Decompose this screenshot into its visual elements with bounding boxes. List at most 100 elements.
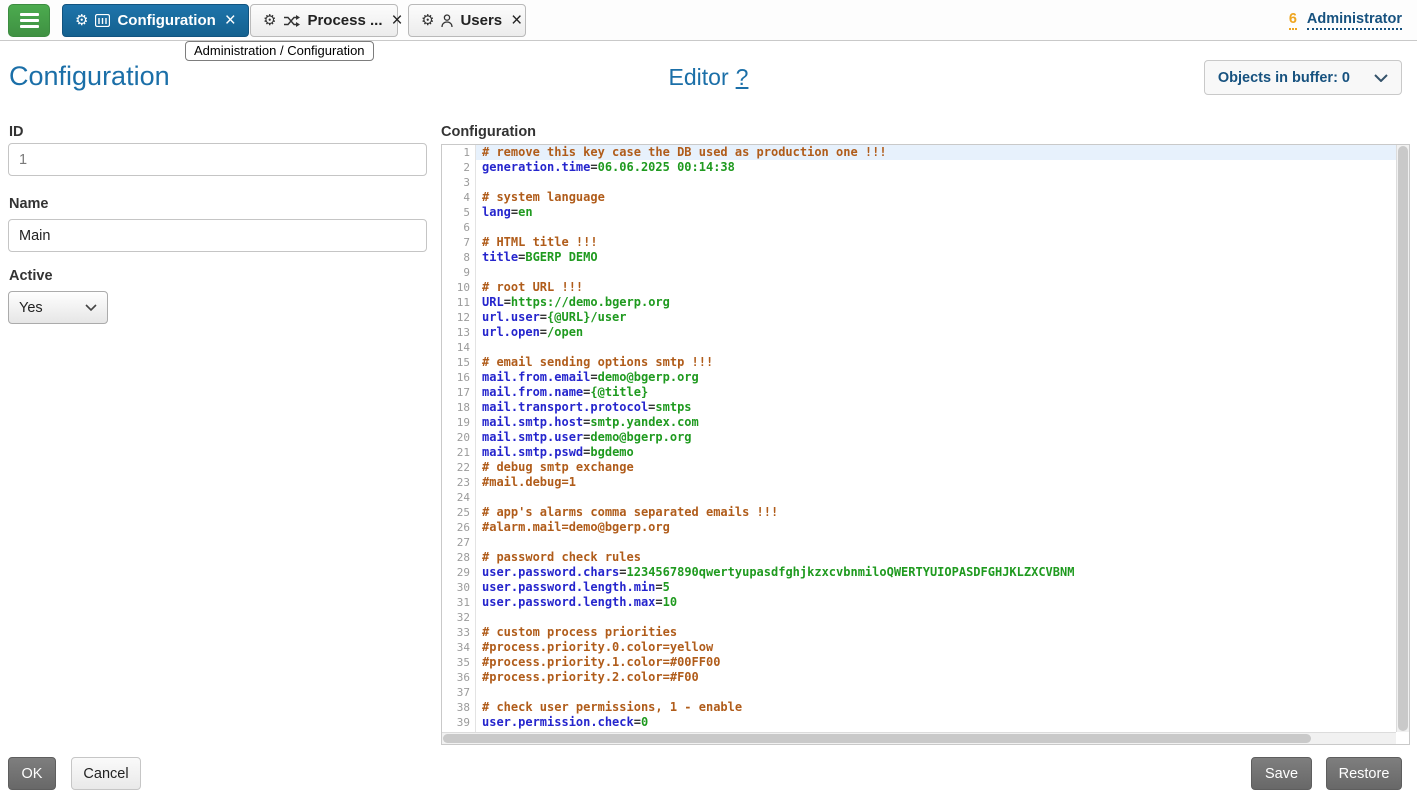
line-number: 20 [442,430,476,445]
config-code-editor[interactable]: 1# remove this key case the DB used as p… [441,144,1410,745]
code-line[interactable]: 14 [442,340,1409,355]
line-number: 17 [442,385,476,400]
code-content: mail.smtp.pswd=bgdemo [476,445,1409,460]
line-number: 2 [442,160,476,175]
close-icon[interactable]: × [392,11,403,30]
horizontal-scrollbar[interactable] [442,732,1396,744]
vertical-scrollbar-thumb[interactable] [1398,146,1408,731]
code-line[interactable]: 17mail.from.name={@title} [442,385,1409,400]
line-number: 31 [442,595,476,610]
buffer-dropdown[interactable]: Objects in buffer: 0 [1204,60,1402,95]
shuffle-icon [283,15,300,27]
code-line[interactable]: 22# debug smtp exchange [442,460,1409,475]
code-content: mail.smtp.host=smtp.yandex.com [476,415,1409,430]
code-line[interactable]: 5lang=en [442,205,1409,220]
code-content: # password check rules [476,550,1409,565]
tab-process[interactable]: ⚙ Process ... × [250,4,398,37]
code-content [476,535,1409,550]
save-button[interactable]: Save [1251,757,1312,790]
code-line[interactable]: 8title=BGERP DEMO [442,250,1409,265]
line-number: 10 [442,280,476,295]
code-line[interactable]: 20mail.smtp.user=demo@bgerp.org [442,430,1409,445]
code-line[interactable]: 6 [442,220,1409,235]
active-label: Active [9,268,53,284]
gear-icon: ⚙ [75,13,88,28]
cancel-button[interactable]: Cancel [71,757,141,790]
line-number: 27 [442,535,476,550]
code-line[interactable]: 9 [442,265,1409,280]
current-user-link[interactable]: Administrator [1307,11,1402,30]
code-content [476,490,1409,505]
code-content: # check user permissions, 1 - enable [476,700,1409,715]
code-content: #process.priority.1.color=#00FF00 [476,655,1409,670]
notification-count-badge[interactable]: 6 [1289,11,1297,30]
code-line[interactable]: 30user.password.length.min=5 [442,580,1409,595]
hamburger-icon [20,13,39,28]
code-line[interactable]: 32 [442,610,1409,625]
line-number: 1 [442,145,476,160]
code-content [476,220,1409,235]
code-line[interactable]: 15# email sending options smtp !!! [442,355,1409,370]
code-line[interactable]: 25# app's alarms comma separated emails … [442,505,1409,520]
horizontal-scrollbar-thumb[interactable] [443,734,1311,743]
line-number: 29 [442,565,476,580]
code-line[interactable]: 16mail.from.email=demo@bgerp.org [442,370,1409,385]
line-number: 13 [442,325,476,340]
active-select[interactable]: Yes [8,291,108,324]
code-line[interactable]: 29user.password.chars=1234567890qwertyup… [442,565,1409,580]
code-line[interactable]: 28# password check rules [442,550,1409,565]
code-content: lang=en [476,205,1409,220]
line-number: 21 [442,445,476,460]
code-line[interactable]: 24 [442,490,1409,505]
code-content: user.password.chars=1234567890qwertyupas… [476,565,1409,580]
line-number: 24 [442,490,476,505]
code-line[interactable]: 36#process.priority.2.color=#F00 [442,670,1409,685]
buffer-dropdown-label: Objects in buffer: 0 [1218,70,1350,86]
code-line[interactable]: 10# root URL !!! [442,280,1409,295]
code-line[interactable]: 3 [442,175,1409,190]
ok-button[interactable]: OK [8,757,56,790]
restore-button[interactable]: Restore [1326,757,1402,790]
code-line[interactable]: 19mail.smtp.host=smtp.yandex.com [442,415,1409,430]
line-number: 34 [442,640,476,655]
tab-configuration[interactable]: ⚙ Configuration × [62,4,249,37]
code-line[interactable]: 39user.permission.check=0 [442,715,1409,730]
code-line[interactable]: 27 [442,535,1409,550]
user-area: 6 Administrator [1289,11,1402,30]
help-link[interactable]: ? [736,64,749,90]
id-input[interactable] [8,143,427,176]
line-number: 25 [442,505,476,520]
code-line[interactable]: 12url.user={@URL}/user [442,310,1409,325]
code-content: # root URL !!! [476,280,1409,295]
line-number: 28 [442,550,476,565]
code-line[interactable]: 1# remove this key case the DB used as p… [442,145,1409,160]
code-line[interactable]: 7# HTML title !!! [442,235,1409,250]
menu-button[interactable] [8,4,50,37]
code-line[interactable]: 31user.password.length.max=10 [442,595,1409,610]
code-line[interactable]: 34#process.priority.0.color=yellow [442,640,1409,655]
editor-label: Configuration [441,124,536,140]
code-line[interactable]: 35#process.priority.1.color=#00FF00 [442,655,1409,670]
code-line[interactable]: 33# custom process priorities [442,625,1409,640]
code-line[interactable]: 13url.open=/open [442,325,1409,340]
code-line[interactable]: 37 [442,685,1409,700]
name-input[interactable] [8,219,427,252]
code-line[interactable]: 4# system language [442,190,1409,205]
vertical-scrollbar[interactable] [1396,145,1409,732]
line-number: 9 [442,265,476,280]
line-number: 16 [442,370,476,385]
code-content [476,340,1409,355]
code-line[interactable]: 23#mail.debug=1 [442,475,1409,490]
code-line[interactable]: 21mail.smtp.pswd=bgdemo [442,445,1409,460]
code-content: mail.smtp.user=demo@bgerp.org [476,430,1409,445]
code-content [476,610,1409,625]
close-icon[interactable]: × [511,11,522,30]
code-line[interactable]: 18mail.transport.protocol=smtps [442,400,1409,415]
code-line[interactable]: 11URL=https://demo.bgerp.org [442,295,1409,310]
close-icon[interactable]: × [225,11,236,30]
code-line[interactable]: 26#alarm.mail=demo@bgerp.org [442,520,1409,535]
code-line[interactable]: 2generation.time=06.06.2025 00:14:38 [442,160,1409,175]
tab-tooltip: Administration / Configuration [185,41,374,61]
tab-users[interactable]: ⚙ Users × [408,4,526,37]
code-line[interactable]: 38# check user permissions, 1 - enable [442,700,1409,715]
